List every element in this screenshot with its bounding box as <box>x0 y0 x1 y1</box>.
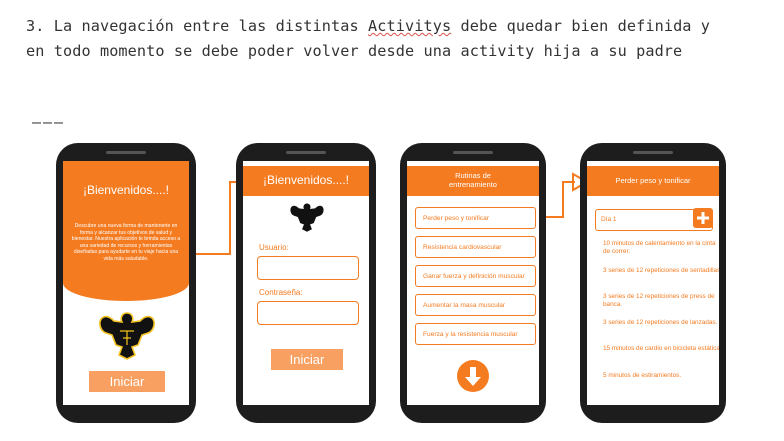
task-item: 3 series de 12 repeticiones de press de … <box>603 293 715 308</box>
add-day-button[interactable] <box>693 208 713 228</box>
routine-item[interactable]: Aumentar la masa muscular <box>415 294 536 316</box>
phone-login: ¡Bienvenidos....! Usuario: Contraseña: I… <box>236 143 376 423</box>
instruction-line-1: 3. La navegación entre las distintas Act… <box>26 14 776 39</box>
screen-routine-detail: Perder peso y tonificar Día 1 10 minutos… <box>587 161 719 405</box>
login-title: ¡Bienvenidos....! <box>262 173 350 187</box>
task-item: 5 minutos de estiramientos. <box>603 372 682 379</box>
screen-login: ¡Bienvenidos....! Usuario: Contraseña: I… <box>243 161 369 405</box>
routines-title: Rutinas de entrenamiento <box>449 171 497 189</box>
task-item: 10 minutos de calentamiento en la cinta … <box>603 240 716 255</box>
start-button[interactable]: Iniciar <box>89 371 165 392</box>
task-item: 3 series de 12 repeticiones de lanzadas. <box>603 319 718 326</box>
login-button[interactable]: Iniciar <box>271 349 343 370</box>
plus-icon <box>697 212 709 224</box>
speaker <box>286 151 326 154</box>
bodybuilder-logo-icon <box>290 203 324 232</box>
task-item: 15 minutos de cardio en bicicleta estáti… <box>603 345 719 352</box>
username-label: Usuario: <box>259 243 289 252</box>
instruction-text: 3. La navegación entre las distintas Act… <box>26 14 776 64</box>
speaker <box>453 151 493 154</box>
phone-routine-detail: Perder peso y tonificar Día 1 10 minutos… <box>580 143 726 423</box>
separator: ——— <box>32 113 66 131</box>
task-item: 3 series de 12 repeticiones de sentadill… <box>603 267 719 274</box>
phone-routines: Rutinas de entrenamiento Perder peso y t… <box>400 143 546 423</box>
routine-item[interactable]: Fuerza y la resistencia muscular <box>415 323 536 345</box>
password-field[interactable] <box>257 301 359 325</box>
password-label: Contraseña: <box>259 288 303 297</box>
speaker <box>633 151 673 154</box>
spellcheck-word: Activitys <box>368 17 452 35</box>
detail-title: Perder peso y tonificar <box>615 176 691 185</box>
routine-item[interactable]: Ganar fuerza y definición muscular <box>415 265 536 287</box>
instruction-line-2: en todo momento se debe poder volver des… <box>26 42 683 60</box>
day-label: Día 1 <box>601 216 617 223</box>
welcome-title: ¡Bienvenidos....! <box>82 183 170 197</box>
speaker <box>106 151 146 154</box>
routine-item[interactable]: Resistencia cardiovascular <box>415 236 536 258</box>
phone-welcome: ¡Bienvenidos....! Descubre una nueva for… <box>56 143 196 423</box>
screen-routines: Rutinas de entrenamiento Perder peso y t… <box>407 161 539 405</box>
scroll-down-fab[interactable] <box>457 360 489 392</box>
arrow-down-icon <box>465 367 481 386</box>
line1-before: 3. La navegación entre las distintas <box>26 17 369 35</box>
line1-after: debe quedar bien definida y <box>451 17 711 35</box>
screen-welcome: ¡Bienvenidos....! Descubre una nueva for… <box>63 161 189 405</box>
welcome-description: Descubre una nueva forma de mantenerte e… <box>71 223 181 262</box>
username-field[interactable] <box>257 256 359 280</box>
bodybuilder-logo-icon <box>99 312 155 360</box>
routine-item[interactable]: Perder peso y tonificar <box>415 207 536 229</box>
